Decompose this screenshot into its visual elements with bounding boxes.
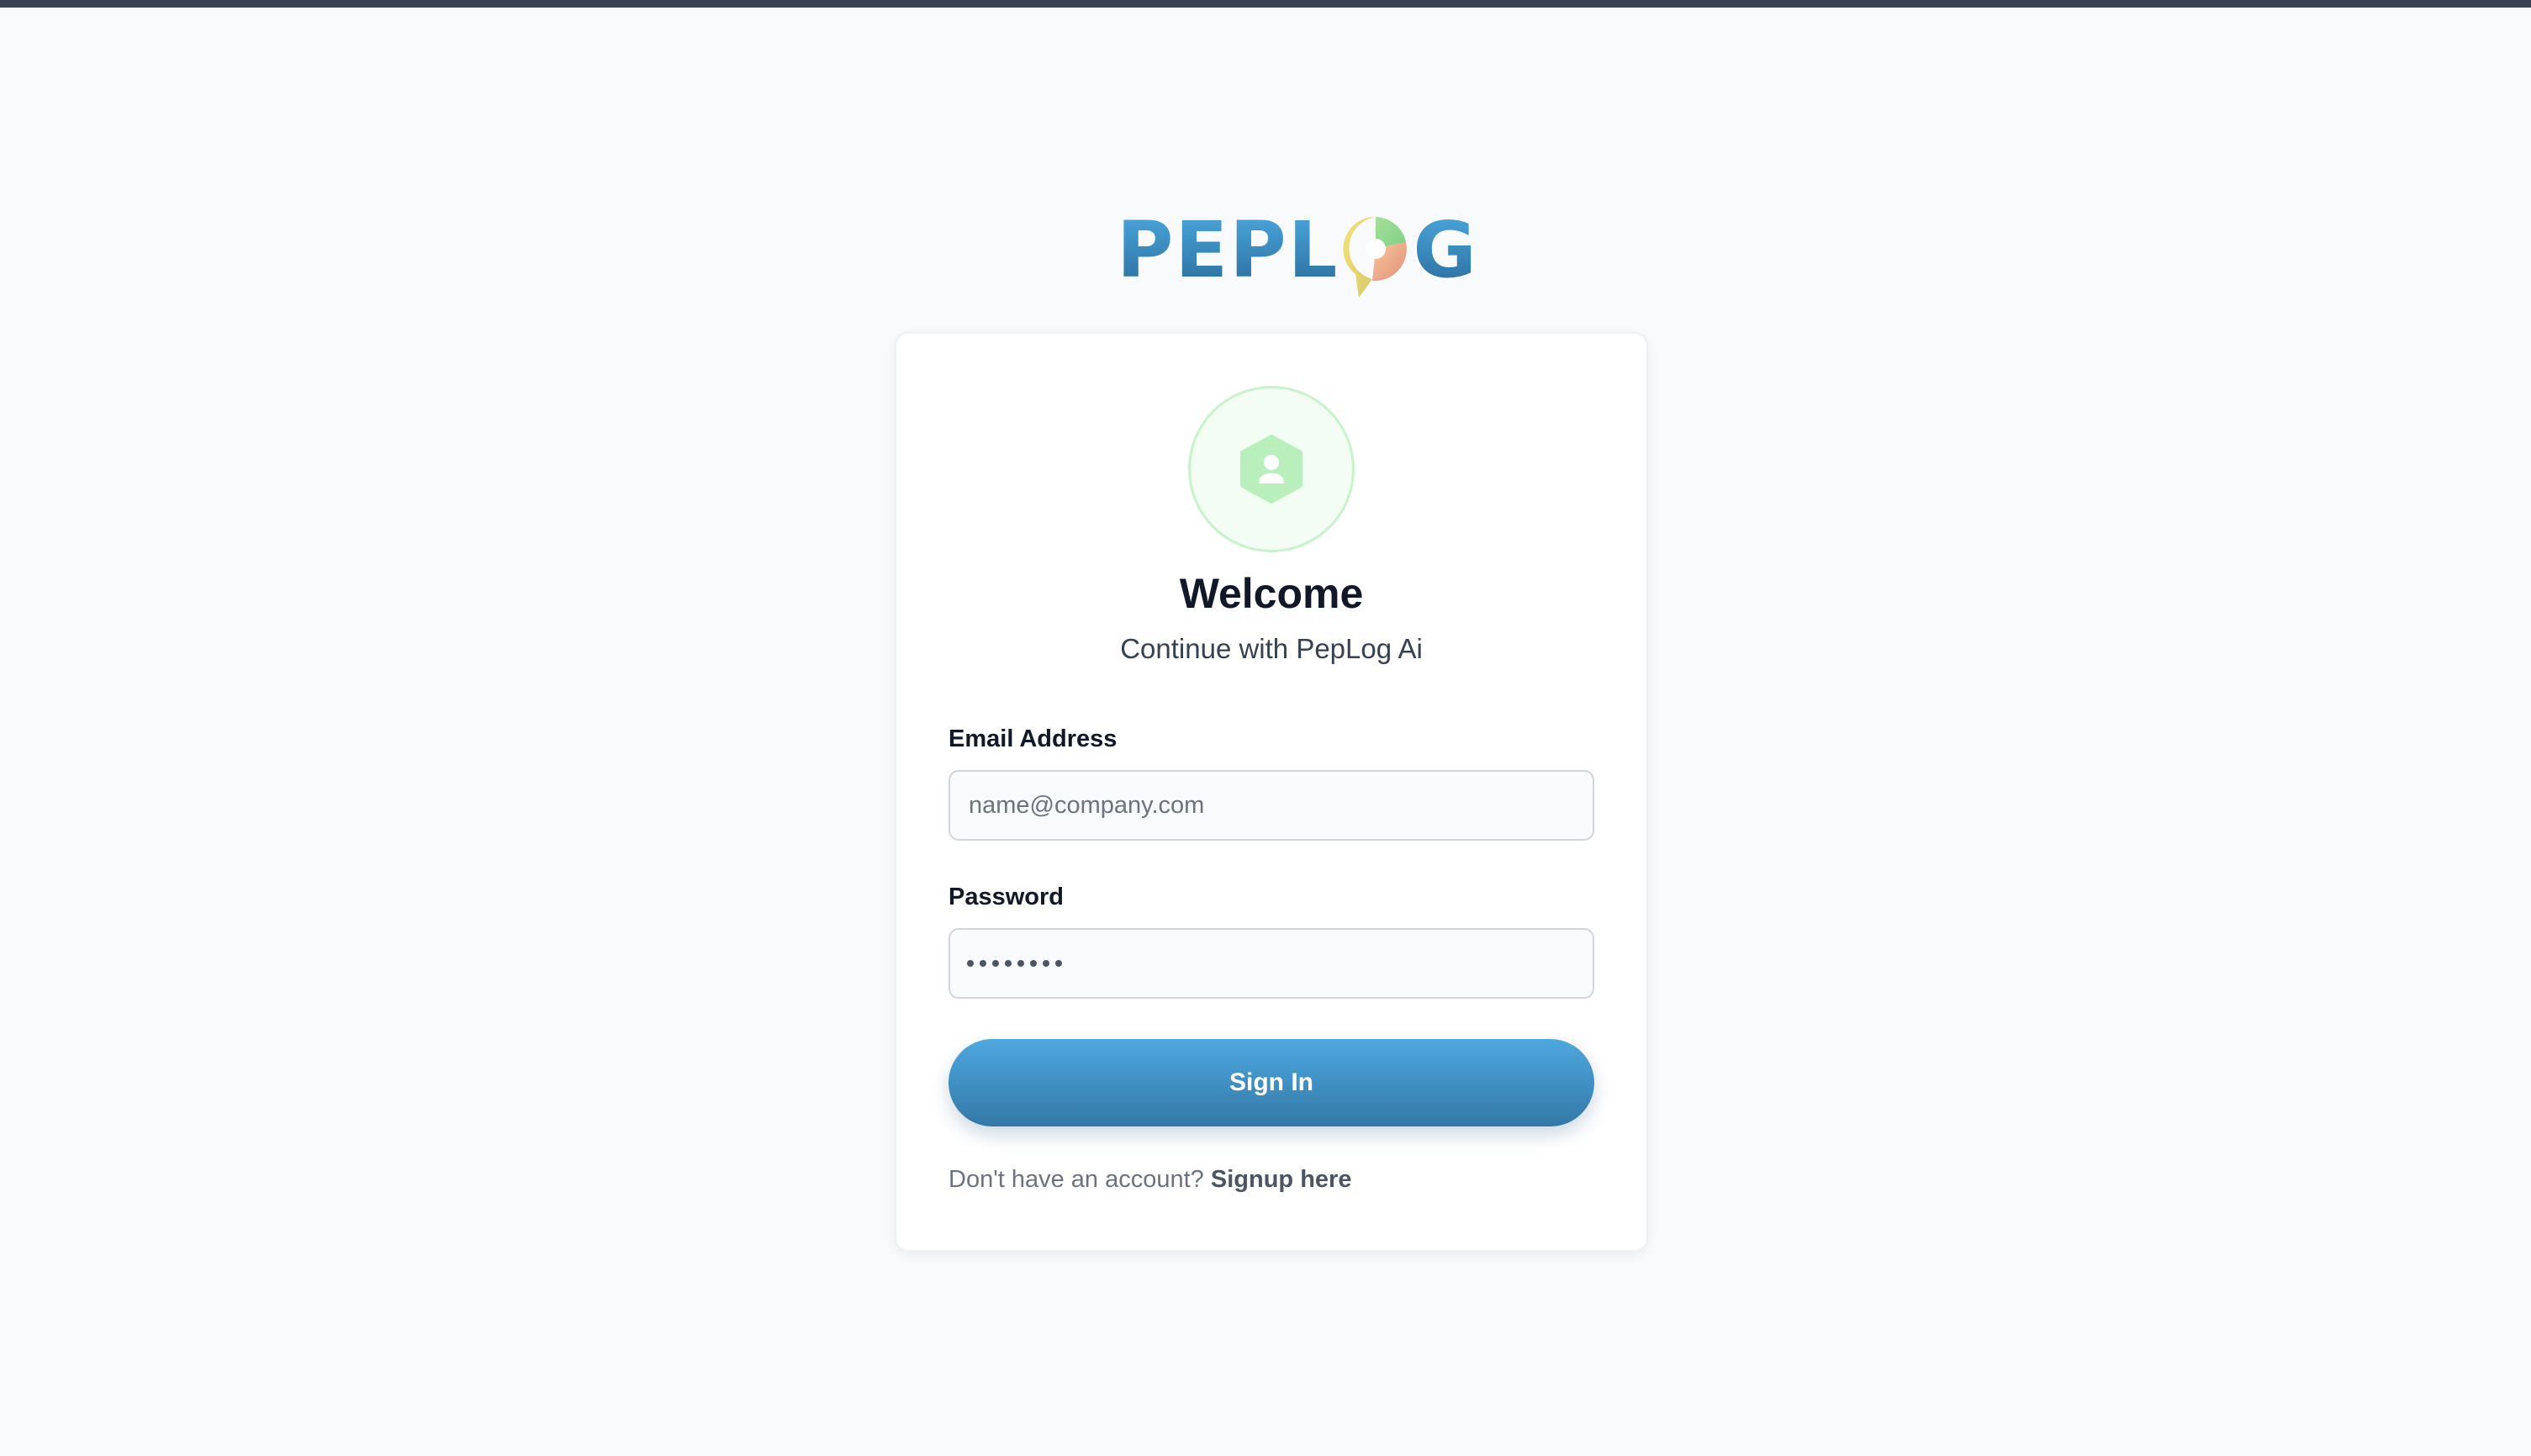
window-top-bar [0, 0, 2531, 8]
password-masked-value [967, 928, 1062, 999]
logo-speech-bubble-icon [1340, 214, 1411, 301]
password-label: Password [948, 884, 1064, 910]
signup-row: Don't have an account? Signup here [948, 1166, 1351, 1194]
page-subtitle: Continue with PepLog Ai [1120, 633, 1423, 664]
user-hexagon-icon [1240, 435, 1302, 504]
login-card: Welcome Continue with PepLog Ai Email Ad… [895, 332, 1648, 1252]
page-title: Welcome [1179, 570, 1364, 617]
email-field[interactable] [948, 770, 1594, 841]
sign-in-button[interactable]: Sign In [948, 1039, 1594, 1126]
signup-prompt: Don't have an account? [948, 1166, 1211, 1193]
logo-text-right: G [1413, 205, 1478, 295]
logo-text-left: PEPL [1117, 205, 1339, 295]
signup-link[interactable]: Signup here [1211, 1166, 1352, 1193]
peplog-logo: PEPL G [1117, 205, 1477, 298]
avatar [1188, 386, 1355, 552]
email-label: Email Address [948, 725, 1118, 752]
